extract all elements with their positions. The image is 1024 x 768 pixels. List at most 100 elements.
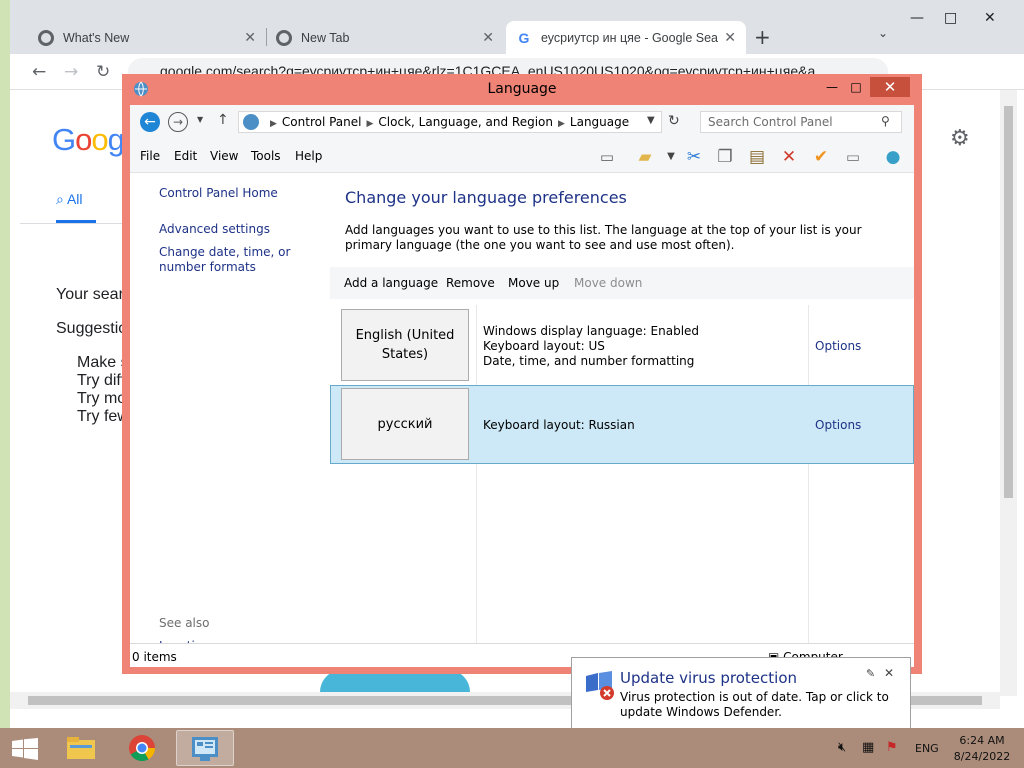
chevron-down-icon[interactable]: ▼ [647, 115, 655, 126]
minimize-button[interactable]: — [822, 78, 842, 96]
forward-arrow-icon[interactable]: → [168, 112, 188, 132]
breadcrumb-separator-icon[interactable]: ▶ [367, 119, 374, 129]
advanced-settings-link[interactable]: Advanced settings [159, 222, 327, 237]
options-link[interactable]: Options [815, 339, 861, 353]
notification-body: Virus protection is out of date. Tap or … [620, 690, 889, 719]
menu-help[interactable]: Help [295, 149, 322, 163]
navigation-pane: Control Panel Home Advanced settings Cha… [130, 174, 330, 644]
options-link[interactable]: Options [815, 418, 861, 432]
refresh-icon[interactable]: ↻ [668, 113, 680, 129]
chrome-taskbar-button[interactable] [114, 730, 172, 766]
notification-title: Update virus protection [620, 669, 798, 687]
tab-google-search[interactable]: G еусриутср ин цяе - Google Searc ✕ [506, 21, 746, 54]
cut-icon[interactable]: ✂ [683, 146, 705, 168]
forward-button[interactable]: → [64, 62, 78, 82]
back-button[interactable]: ← [32, 62, 46, 82]
properties-icon[interactable]: ▭ [842, 146, 864, 168]
language-row-english[interactable]: English (United States) Windows display … [330, 305, 914, 385]
add-language-button[interactable]: Add a language [344, 276, 438, 290]
preview-pane-icon[interactable]: ▭ [596, 146, 618, 168]
new-tab-button[interactable]: + [754, 25, 771, 49]
remove-button[interactable]: Remove [446, 276, 495, 290]
tab-title: What's New [63, 30, 130, 45]
browser-close-button[interactable]: ✕ [984, 10, 996, 26]
language-name-tile[interactable]: English (United States) [341, 309, 469, 381]
scrollbar-thumb[interactable] [1004, 106, 1013, 498]
close-button[interactable]: ✕ [870, 77, 910, 97]
language-row-russian[interactable]: русский Keyboard layout: Russian Options [330, 385, 914, 464]
recent-locations-chevron-icon[interactable]: ▼ [197, 115, 203, 124]
gear-icon[interactable]: ⚙ [950, 126, 970, 151]
control-panel-taskbar-button[interactable] [176, 730, 234, 766]
search-tab-all[interactable]: ⌕ All [56, 191, 83, 208]
google-logo[interactable]: Googl [52, 122, 131, 158]
back-arrow-icon[interactable]: ← [140, 112, 160, 132]
tab-whats-new[interactable]: What's New ✕ [28, 21, 266, 54]
search-control-panel-input[interactable]: Search Control Panel ⚲ [700, 111, 902, 133]
change-date-time-link[interactable]: Change date, time, or number formats [159, 245, 327, 275]
move-down-button[interactable]: Move down [574, 276, 642, 290]
address-box[interactable]: ▶ Control Panel ▶ Clock, Language, and Regi… [238, 111, 662, 133]
chrome-icon [38, 29, 54, 46]
breadcrumb-clock-language-region[interactable]: Clock, Language, and Region [378, 115, 553, 129]
language-name-tile[interactable]: русский [341, 388, 469, 460]
tab-search-button[interactable]: ⌄ [878, 26, 888, 40]
tab-title: New Tab [301, 30, 350, 45]
breadcrumb-language[interactable]: Language [570, 115, 629, 129]
breadcrumb-separator-icon[interactable]: ▶ [558, 119, 565, 129]
search-placeholder: Search Control Panel [708, 115, 833, 129]
paste-icon[interactable]: ▤ [746, 146, 768, 168]
up-arrow-icon[interactable]: ↑ [217, 112, 229, 128]
checkmark-icon[interactable]: ✔ [810, 146, 832, 168]
breadcrumb: ▶ Control Panel ▶ Clock, Language, and Regi… [265, 115, 629, 129]
file-explorer-taskbar-button[interactable] [52, 730, 110, 766]
window-title: Language [487, 81, 557, 97]
update-virus-protection-notification[interactable]: Update virus protection Virus protection… [571, 657, 911, 729]
tab-close-icon[interactable]: ✕ [724, 29, 736, 46]
close-icon[interactable]: ✕ [884, 666, 894, 680]
menu-edit[interactable]: Edit [174, 149, 197, 163]
menu-tools[interactable]: Tools [251, 149, 281, 163]
tab-close-icon[interactable]: ✕ [244, 29, 256, 46]
tab-title: еусриутср ин цяе - Google Searc [541, 30, 719, 45]
vertical-scrollbar[interactable] [1000, 90, 1017, 696]
address-row: ← → ▼ ↑ ▶ Control Panel ▶ Clock, Language, … [130, 105, 914, 139]
delete-icon[interactable]: ✕ [778, 146, 800, 168]
volume-muted-icon[interactable]: 🔇︎ [838, 740, 846, 755]
menu-view[interactable]: View [210, 149, 238, 163]
control-panel-icon [192, 737, 218, 761]
language-list-toolbar: Add a language Remove Move up Move down [330, 267, 914, 299]
tab-new-tab[interactable]: New Tab ✕ [266, 21, 504, 54]
browser-minimize-button[interactable]: — [910, 10, 924, 26]
windows-defender-warning-icon [586, 671, 614, 700]
control-panel-home-link[interactable]: Control Panel Home [159, 186, 327, 201]
windows-start-icon[interactable] [12, 738, 38, 760]
pin-icon[interactable]: ✎ [866, 667, 875, 680]
action-center-warning-icon[interactable]: ⚑ [886, 740, 898, 755]
breadcrumb-separator-icon[interactable]: ▶ [270, 119, 277, 129]
browser-maximize-button[interactable]: □ [944, 10, 957, 26]
globe-icon[interactable]: ● [882, 146, 904, 168]
input-language-indicator[interactable]: ENG [915, 742, 939, 755]
folder-properties-icon[interactable]: ▰ [634, 146, 656, 168]
menu-file[interactable]: File [140, 149, 160, 163]
copy-icon[interactable]: ❐ [714, 146, 736, 168]
maximize-button[interactable]: □ [846, 78, 866, 96]
chevron-down-icon[interactable]: ▼ [660, 146, 682, 168]
language-details: Windows display language: Enabled Keyboa… [483, 324, 699, 369]
item-count: 0 items [132, 650, 177, 664]
language-window: Language — □ ✕ ← → ▼ ↑ ▶ Control Panel ▶ Cl… [122, 74, 922, 674]
clock[interactable]: 6:24 AM 8/24/2022 [950, 733, 1014, 765]
tab-close-icon[interactable]: ✕ [482, 29, 494, 46]
breadcrumb-control-panel[interactable]: Control Panel [282, 115, 362, 129]
language-details: Keyboard layout: Russian [483, 418, 635, 433]
page-description: Add languages you want to use to this li… [345, 223, 862, 252]
divider [20, 223, 132, 224]
window-client: ← → ▼ ↑ ▶ Control Panel ▶ Clock, Language, … [130, 105, 914, 667]
reload-button[interactable]: ↻ [96, 62, 110, 82]
move-up-button[interactable]: Move up [508, 276, 559, 290]
search-icon[interactable]: ⚲ [881, 114, 890, 128]
network-icon[interactable]: ▦ [862, 740, 874, 755]
detail-display-language: Windows display language: Enabled [483, 324, 700, 338]
window-titlebar[interactable]: Language — □ ✕ [122, 74, 922, 104]
